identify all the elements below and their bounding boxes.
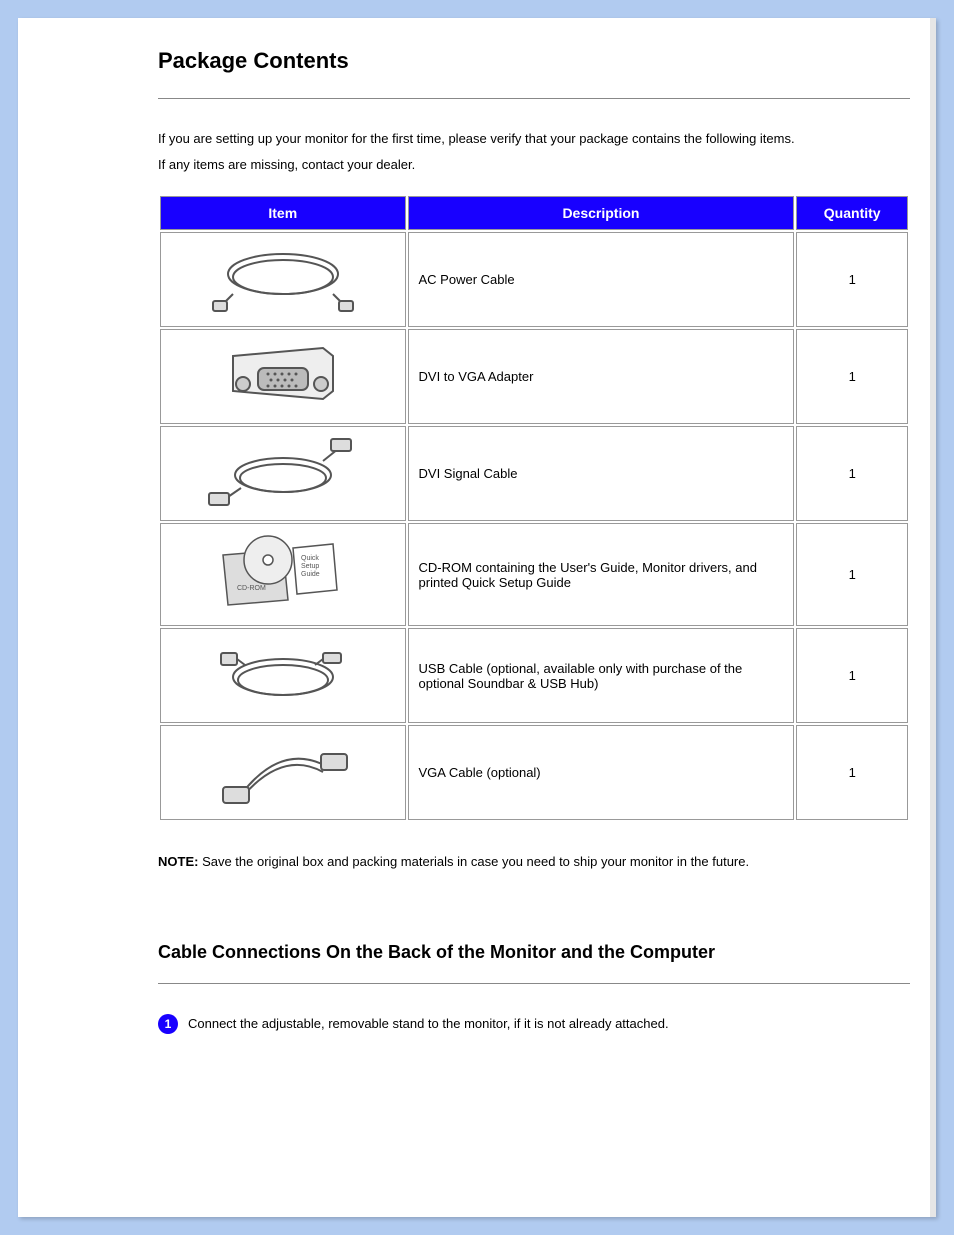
left-sidebar (18, 18, 138, 1217)
table-row: Quick Setup Guide CD-ROM CD-ROM containi… (160, 523, 908, 626)
table-row: DVI Signal Cable 1 (160, 426, 908, 521)
cable-connections-heading: Cable Connections On the Back of the Mon… (158, 942, 910, 963)
dvi-vga-adapter-icon (203, 336, 363, 414)
svg-text:Setup: Setup (301, 563, 319, 570)
table-row: DVI to VGA Adapter 1 (160, 329, 908, 424)
item-quantity: 1 (796, 628, 908, 723)
table-row: USB Cable (optional, available only with… (160, 628, 908, 723)
vga-cable-icon (203, 732, 363, 810)
item-description: CD-ROM containing the User's Guide, Moni… (408, 523, 795, 626)
note-label: NOTE: (158, 854, 198, 869)
item-description: AC Power Cable (408, 232, 795, 327)
item-image-cdrom-guide: Quick Setup Guide CD-ROM (160, 523, 406, 626)
note-paragraph: NOTE: Save the original box and packing … (158, 852, 910, 872)
divider (158, 98, 910, 99)
item-quantity: 1 (796, 426, 908, 521)
divider (158, 983, 910, 984)
item-description: DVI to VGA Adapter (408, 329, 795, 424)
item-quantity: 1 (796, 329, 908, 424)
item-quantity: 1 (796, 725, 908, 820)
svg-text:CD-ROM: CD-ROM (237, 585, 266, 592)
step-number-badge: 1 (158, 1014, 178, 1034)
table-header-description: Description (408, 196, 795, 230)
item-description: DVI Signal Cable (408, 426, 795, 521)
item-image-dvi-vga-adapter (160, 329, 406, 424)
item-description: USB Cable (optional, available only with… (408, 628, 795, 723)
step-text: Connect the adjustable, removable stand … (188, 1016, 669, 1031)
main-content: Package Contents If you are setting up y… (138, 18, 930, 1217)
usb-cable-icon (203, 635, 363, 713)
item-image-power-cable (160, 232, 406, 327)
item-image-dvi-cable (160, 426, 406, 521)
item-quantity: 1 (796, 523, 908, 626)
table-header-quantity: Quantity (796, 196, 908, 230)
note-body: Save the original box and packing materi… (198, 854, 749, 869)
package-contents-heading: Package Contents (158, 48, 910, 74)
item-quantity: 1 (796, 232, 908, 327)
cdrom-guide-icon: Quick Setup Guide CD-ROM (203, 530, 363, 616)
table-row: VGA Cable (optional) 1 (160, 725, 908, 820)
table-row: AC Power Cable 1 (160, 232, 908, 327)
item-image-usb-cable (160, 628, 406, 723)
item-image-vga-cable (160, 725, 406, 820)
setup-step-1: 1 Connect the adjustable, removable stan… (158, 1014, 910, 1034)
package-contents-table: Item Description Quantity (158, 194, 910, 822)
table-header-item: Item (160, 196, 406, 230)
power-cable-icon (203, 239, 363, 317)
dvi-cable-icon (203, 433, 363, 511)
intro-paragraph-2: If any items are missing, contact your d… (158, 155, 910, 175)
right-edge-shadow (930, 18, 936, 1217)
svg-text:Quick: Quick (301, 555, 319, 562)
svg-text:Guide: Guide (301, 571, 320, 578)
intro-paragraph-1: If you are setting up your monitor for t… (158, 129, 910, 149)
item-description: VGA Cable (optional) (408, 725, 795, 820)
